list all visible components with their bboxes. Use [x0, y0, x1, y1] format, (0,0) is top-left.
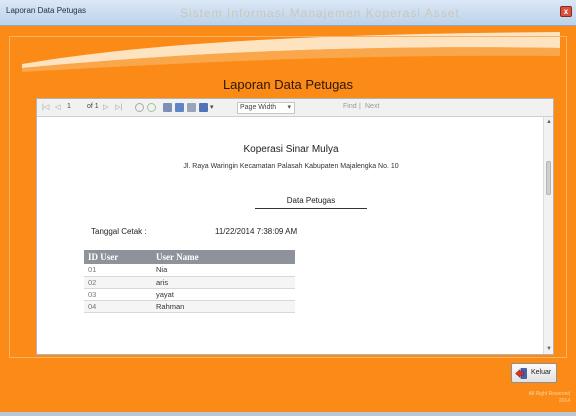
table-row: 04 Rahman [84, 300, 295, 313]
cell-user-name: Rahman [152, 300, 295, 313]
column-header-user-name: User Name [152, 250, 295, 264]
print-layout-icon[interactable] [175, 103, 184, 112]
scroll-down-icon[interactable]: ▼ [546, 346, 552, 352]
print-date-label: Tanggal Cetak : [91, 227, 147, 236]
exit-button[interactable]: Keluar [511, 363, 557, 383]
cell-id-user: 04 [84, 300, 152, 313]
window-title: Laporan Data Petugas [6, 6, 87, 15]
column-header-id-user: ID User [84, 250, 152, 264]
first-page-button[interactable]: |◁ [42, 103, 49, 111]
table-row: 01 Nia [84, 264, 295, 277]
zoom-select-value: Page Width [240, 104, 277, 111]
cell-user-name: yayat [152, 288, 295, 301]
next-page-button[interactable]: ▷ [103, 103, 108, 111]
table-row: 03 yayat [84, 288, 295, 301]
title-bar: Laporan Data Petugas Sistem Informasi Ma… [0, 0, 576, 26]
find-link[interactable]: Find [343, 103, 357, 110]
zoom-select[interactable]: Page Width ▾ [237, 102, 295, 114]
cell-user-name: Nia [152, 264, 295, 277]
copyright-year: 2014 [558, 398, 570, 404]
table-header-row: ID User User Name [84, 250, 295, 264]
export-dropdown-arrow[interactable]: ▾ [210, 103, 214, 111]
separator: | [359, 103, 361, 110]
export-icon[interactable] [199, 103, 208, 112]
chevron-down-icon: ▾ [287, 104, 291, 111]
exit-arrow-icon [515, 368, 527, 379]
background-window-title: Sistem Informasi Manajemen Koperasi Asse… [180, 6, 460, 20]
company-address: Jl. Raya Waringin Kecamatan Palasah Kabu… [183, 163, 399, 170]
scroll-up-icon[interactable]: ▲ [546, 119, 552, 125]
next-link[interactable]: Next [365, 103, 379, 110]
page-setup-icon[interactable] [187, 103, 196, 112]
page-count: of 1 [87, 103, 99, 110]
officer-table: ID User User Name 01 Nia 02 aris 03 yaya… [84, 250, 295, 313]
company-name: Koperasi Sinar Mulya [243, 144, 339, 155]
refresh-icon[interactable] [147, 103, 156, 112]
section-title: Data Petugas [255, 196, 367, 209]
vertical-scrollbar[interactable]: ▲ ▼ [543, 117, 553, 354]
exit-button-label: Keluar [531, 369, 552, 376]
page-title: Laporan Data Petugas [222, 77, 354, 92]
page-number-input[interactable]: 1 [67, 103, 71, 110]
table-row: 02 aris [84, 276, 295, 289]
scrollbar-thumb[interactable] [546, 161, 551, 195]
footer-text: All Right Reserved 2014 [500, 391, 570, 405]
close-button[interactable]: x [560, 6, 572, 17]
report-toolbar: |◁ ◁ 1 of 1 ▷ ▷| ▾ Page Width ▾ Find | N… [37, 99, 553, 117]
copyright-line: All Right Reserved [528, 391, 570, 397]
stop-icon[interactable] [135, 103, 144, 112]
cell-id-user: 02 [84, 276, 152, 289]
print-date-value: 11/22/2014 7:38:09 AM [215, 227, 298, 236]
taskbar-strip [0, 412, 576, 416]
cell-user-name: aris [152, 276, 295, 289]
report-viewer: |◁ ◁ 1 of 1 ▷ ▷| ▾ Page Width ▾ Find | N… [36, 98, 554, 355]
application-window: Laporan Data Petugas Sistem Informasi Ma… [0, 0, 576, 416]
print-icon[interactable] [163, 103, 172, 112]
previous-page-button[interactable]: ◁ [55, 103, 60, 111]
last-page-button[interactable]: ▷| [115, 103, 122, 111]
cell-id-user: 01 [84, 264, 152, 277]
cell-id-user: 03 [84, 288, 152, 301]
